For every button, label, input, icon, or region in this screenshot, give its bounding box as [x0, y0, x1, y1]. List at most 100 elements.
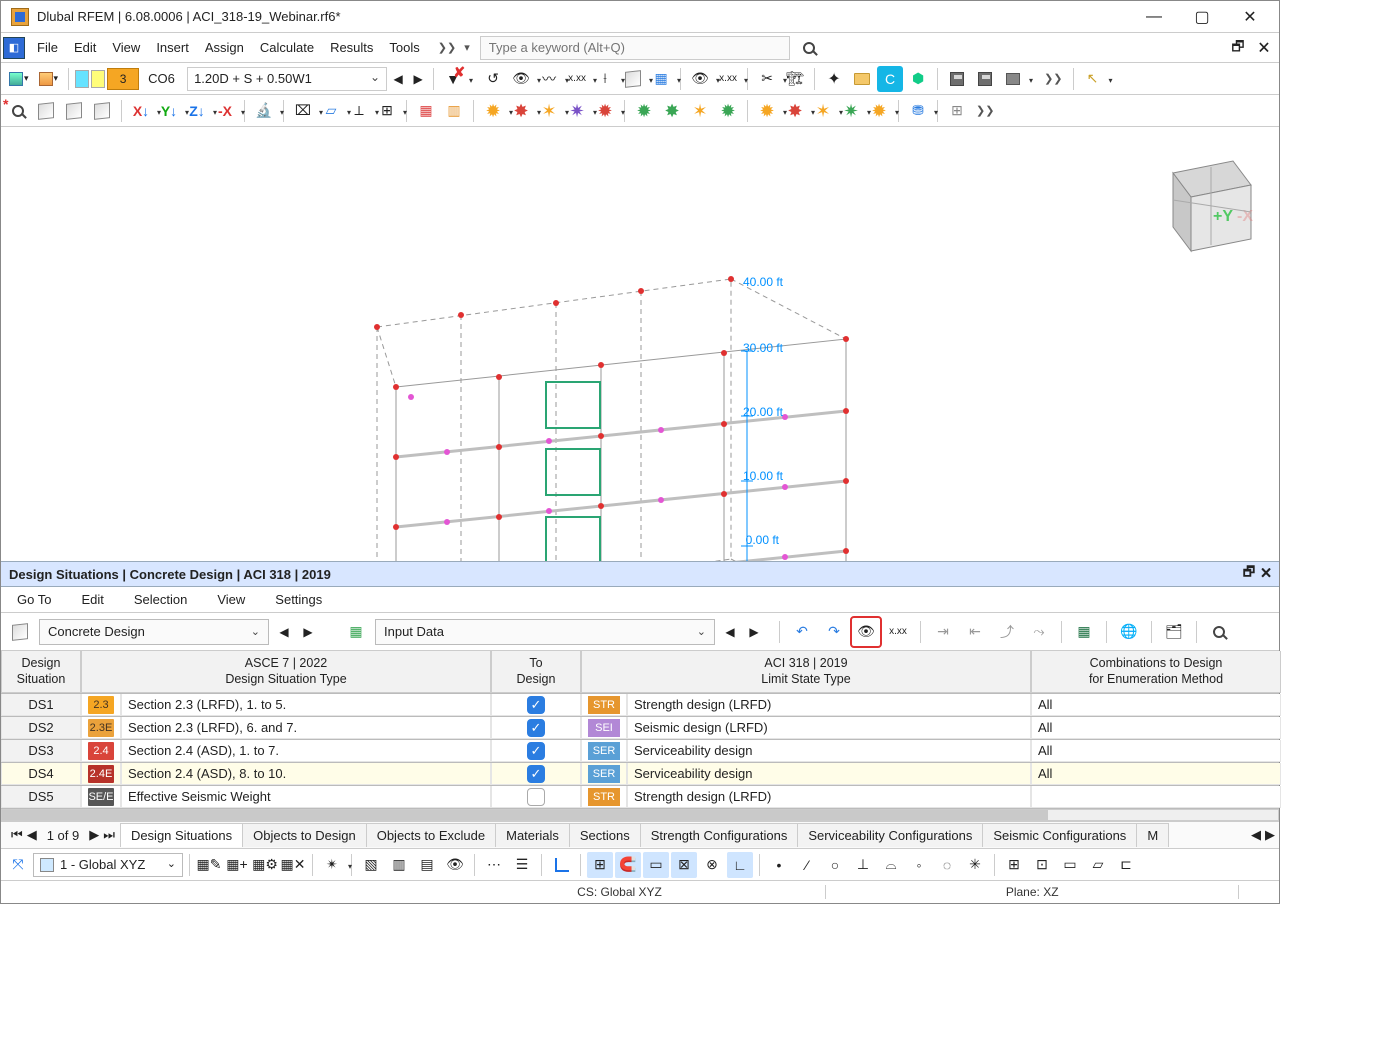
panel-cut-icon[interactable]: ⇤ [961, 618, 989, 646]
panel-values-icon[interactable]: x.xx [884, 618, 912, 646]
cell-to-design[interactable]: ✓ [491, 694, 581, 716]
spark-icon[interactable]: ✴▾ [319, 852, 345, 878]
loadcase-number[interactable]: 3 [107, 68, 139, 90]
open-icon[interactable] [849, 66, 875, 92]
cell-to-design[interactable]: ✓ [491, 763, 581, 785]
osnap-end-icon[interactable]: • [766, 852, 792, 878]
model-tree-icon[interactable]: ▾ [5, 66, 33, 92]
osnap-tan-icon[interactable]: ⌓ [878, 852, 904, 878]
keyword-search-input[interactable] [487, 39, 783, 56]
ic-member[interactable]: ⟊▾ [592, 66, 618, 92]
menu-assign[interactable]: Assign [197, 36, 252, 59]
load-star-11[interactable]: ✸▾ [782, 98, 808, 124]
reaction-icon[interactable]: ↺ [480, 66, 506, 92]
navigation-cube[interactable]: +Y -X [1143, 143, 1263, 263]
grid-settings-icon[interactable]: ▦⚙ [252, 852, 278, 878]
snap-grid-icon[interactable]: ⊞ [587, 852, 613, 878]
cell-limit-text[interactable]: Serviceability design [627, 763, 1031, 785]
color-swatch-2[interactable] [91, 70, 105, 88]
report-icon[interactable]: 🗂 [1160, 618, 1188, 646]
logo-icon[interactable]: ◧ [3, 37, 25, 59]
ic-eye[interactable]: 👁▾ [508, 66, 534, 92]
tb1-overflow[interactable]: ❯❯ [1040, 72, 1066, 85]
design-type-prev[interactable]: ◀ [275, 620, 293, 644]
maximize-button[interactable]: ▢ [1185, 4, 1219, 30]
close-inner-icon[interactable]: 🗙 [1251, 35, 1277, 61]
axis-x-icon[interactable]: X↓▾ [128, 98, 154, 124]
menu-view[interactable]: View [104, 36, 148, 59]
minimize-button[interactable]: — [1137, 4, 1171, 30]
osnap-node-icon[interactable]: ✳ [962, 852, 988, 878]
grid-toggle-4[interactable]: ▱ [1085, 852, 1111, 878]
cell-desc[interactable]: Section 2.4 (ASD), 1. to 7. [121, 740, 491, 762]
tb2-overflow[interactable]: ❯❯ [972, 104, 998, 117]
bt-ic-5[interactable]: ⋯ [481, 852, 507, 878]
load-star-9[interactable]: ✹ [715, 98, 741, 124]
pager-prev[interactable]: ◀ [27, 827, 37, 843]
panel-redo-icon[interactable]: ↷ [820, 618, 848, 646]
ic-eye2[interactable]: 👁▾ [687, 66, 713, 92]
panel-menu-go-to[interactable]: Go To [9, 588, 59, 611]
ucs-icon[interactable]: ⤧▾ [5, 852, 31, 878]
ic-values[interactable]: x.xx▾ [564, 66, 590, 92]
panel-undo-icon[interactable]: ↶ [788, 618, 816, 646]
panel-eye-icon[interactable]: 👁 [852, 618, 880, 646]
tab-seismic-configurations[interactable]: Seismic Configurations [982, 823, 1137, 847]
panel-dock-icon[interactable]: 🗗 [1243, 563, 1255, 585]
grid-new-icon[interactable]: ▦✎ [196, 852, 222, 878]
menu-edit[interactable]: Edit [66, 36, 104, 59]
side-view-icon[interactable] [89, 98, 115, 124]
bt-ic-7[interactable] [548, 852, 574, 878]
cell-combo[interactable] [1031, 786, 1281, 808]
load-star-7[interactable]: ✸ [659, 98, 685, 124]
tabs-scroll-right[interactable]: ▶ [1265, 827, 1275, 843]
table-row[interactable]: DS5SE/EEffective Seismic WeightSTRStreng… [1, 786, 1279, 809]
tab-objects-to-exclude[interactable]: Objects to Exclude [366, 823, 496, 847]
panel-menu-view[interactable]: View [209, 588, 253, 611]
ic-deform[interactable]: 〰▾ [536, 66, 562, 92]
panel-menu-settings[interactable]: Settings [267, 588, 330, 611]
grid-toggle-5[interactable]: ⊏ [1113, 852, 1139, 878]
tab-sections[interactable]: Sections [569, 823, 641, 847]
snap-rect-icon[interactable]: ▭ [643, 852, 669, 878]
ic-surface[interactable]: ▦▾ [648, 66, 674, 92]
table-row[interactable]: DS22.3ESection 2.3 (LRFD), 6. and 7.✓SEI… [1, 717, 1279, 740]
menu-file[interactable]: File [29, 36, 66, 59]
load-star-13[interactable]: ✷▾ [838, 98, 864, 124]
pager-first[interactable]: ⏮ [11, 827, 23, 843]
grid-icon[interactable]: ⊞ [944, 98, 970, 124]
load-star-1[interactable]: ✹▾ [480, 98, 506, 124]
cell-limit-text[interactable]: Serviceability design [627, 740, 1031, 762]
iso-view-icon[interactable] [33, 98, 59, 124]
axis-y-icon[interactable]: Y↓▾ [156, 98, 182, 124]
table-row[interactable]: DS12.3Section 2.3 (LRFD), 1. to 5.✓STRSt… [1, 694, 1279, 717]
menu-calculate[interactable]: Calculate [252, 36, 322, 59]
input-data-prev[interactable]: ◀ [721, 620, 739, 644]
load-star-4[interactable]: ✷▾ [564, 98, 590, 124]
bt-ic-3[interactable]: ▤ [414, 852, 440, 878]
load-star-14[interactable]: ✹▾ [866, 98, 892, 124]
pager-next[interactable]: ▶ [89, 827, 99, 843]
tab-strength-configurations[interactable]: Strength Configurations [640, 823, 799, 847]
loadcase-desc-combo[interactable]: 1.20D + S + 0.50W1 [187, 67, 387, 91]
cell-desc[interactable]: Effective Seismic Weight [121, 786, 491, 808]
snap-x-icon[interactable]: ⊗ [699, 852, 725, 878]
tab-serviceability-configurations[interactable]: Serviceability Configurations [797, 823, 983, 847]
cell-to-design[interactable] [491, 786, 581, 808]
tab-design-situations[interactable]: Design Situations [120, 823, 243, 847]
search-go-icon[interactable] [796, 35, 822, 61]
block-icon[interactable]: ⬢ [905, 66, 931, 92]
load-star-12[interactable]: ✶▾ [810, 98, 836, 124]
cell-desc[interactable]: Section 2.4 (ASD), 8. to 10. [121, 763, 491, 785]
microscope-icon[interactable]: 🔬▾ [251, 98, 277, 124]
bt-ic-1[interactable]: ▧ [358, 852, 384, 878]
keyword-search[interactable] [480, 36, 790, 60]
panel-close-icon[interactable]: 🗙 [1261, 563, 1271, 585]
load-star-5[interactable]: ✹▾ [592, 98, 618, 124]
bt-ic-6[interactable]: ☰ [509, 852, 535, 878]
zoom-window-icon[interactable]: * [5, 98, 31, 124]
menu-overflow-chevron[interactable]: ❯❯ [434, 41, 460, 54]
cell-combo[interactable]: All [1031, 763, 1281, 785]
color-swatch-1[interactable] [75, 70, 89, 88]
load-star-8[interactable]: ✶ [687, 98, 713, 124]
